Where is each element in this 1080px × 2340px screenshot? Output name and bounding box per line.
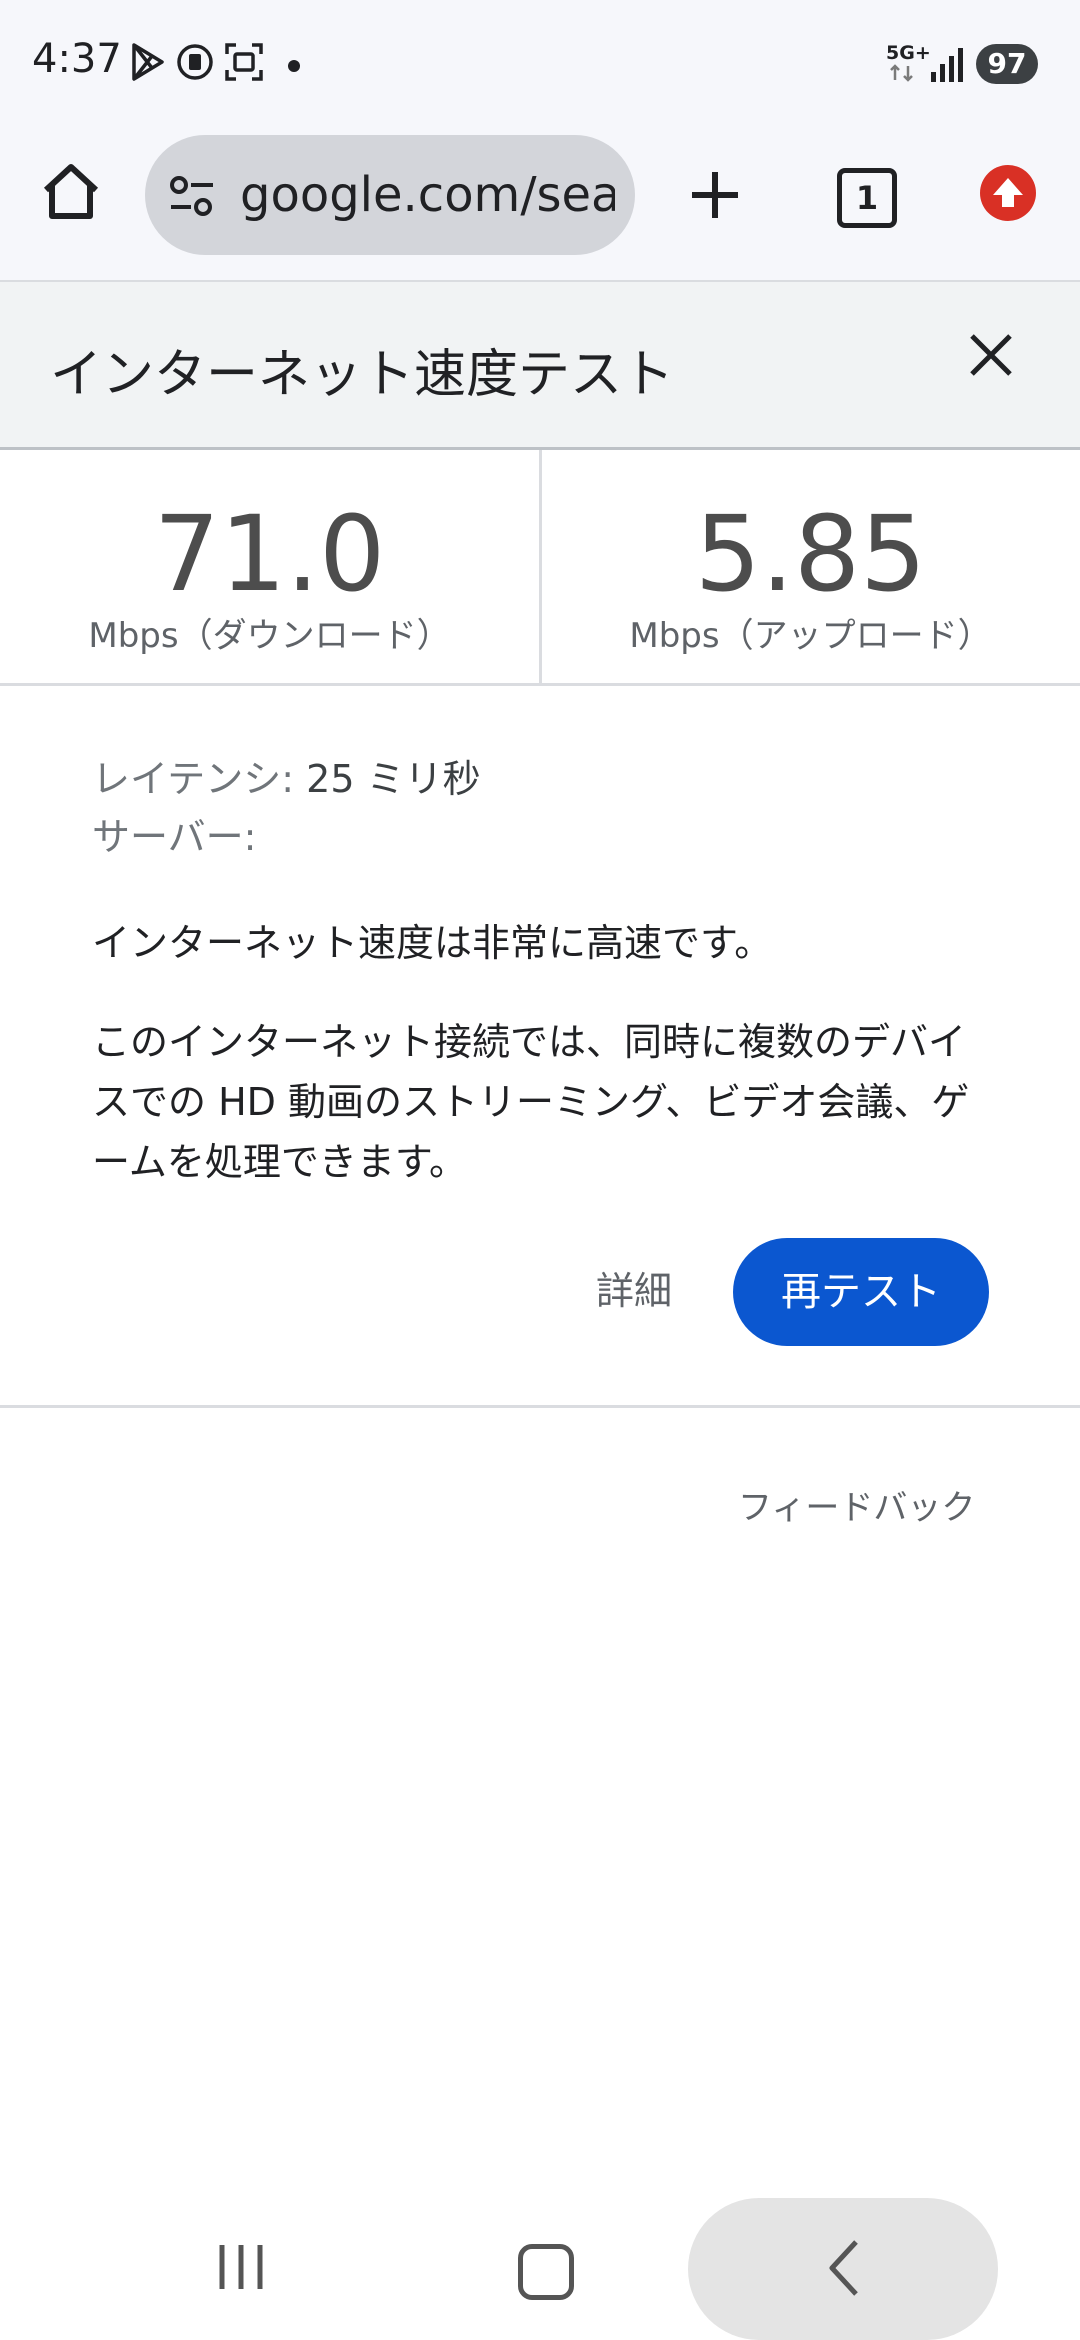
site-settings-icon[interactable] [167, 175, 217, 221]
feedback-link[interactable]: フィードバック [738, 1480, 975, 1529]
download-unit: Mbps（ダウンロード） [88, 616, 451, 656]
update-icon[interactable] [980, 165, 1036, 221]
play-store-icon [130, 42, 166, 86]
new-tab-icon[interactable] [686, 166, 744, 228]
latency-label: レイテンシ: [92, 757, 295, 801]
system-nav-bar [0, 2180, 1080, 2340]
screenshot-icon [224, 42, 264, 86]
network-type: 5G+ [886, 42, 931, 64]
speed-test-title: インターネット速度テスト [50, 345, 675, 405]
speed-summary: インターネット速度は非常に高速です。 [92, 921, 773, 965]
upload-result: 5.85 Mbps（アップロード） [541, 450, 1080, 683]
server-label: サーバー: [92, 815, 257, 859]
tabs-icon[interactable]: 1 [837, 168, 897, 228]
upload-unit: Mbps（アップロード） [629, 616, 992, 656]
latency-value: 25 ミリ秒 [306, 757, 481, 801]
recents-icon[interactable] [218, 2242, 264, 2296]
notification-dot [288, 60, 300, 72]
download-value: 71.0 [153, 493, 386, 615]
back-icon[interactable] [826, 2238, 860, 2302]
close-icon[interactable] [968, 332, 1014, 382]
speed-results: 71.0 Mbps（ダウンロード） 5.85 Mbps（アップロード） [0, 450, 1080, 686]
latency-row: レイテンシ: 25 ミリ秒 [92, 750, 992, 808]
browser-toolbar: google.com/search 1 [0, 130, 1080, 282]
home-icon[interactable] [40, 160, 102, 226]
speed-test-header: インターネット速度テスト [0, 282, 1080, 450]
status-bar: 4:37 5G+ 97 [0, 0, 1080, 130]
data-arrows-icon [888, 64, 916, 86]
speed-description: このインターネット接続では、同時に複数のデバイスでの HD 動画のストリーミング… [92, 1020, 970, 1184]
sim-icon [176, 42, 214, 86]
signal-icon [930, 46, 964, 86]
url-bar[interactable]: google.com/search [145, 135, 635, 255]
server-row: サーバー: [92, 808, 992, 866]
divider [0, 1405, 1080, 1408]
upload-value: 5.85 [694, 493, 927, 615]
home-button-icon[interactable] [518, 2244, 574, 2300]
connection-info: レイテンシ: 25 ミリ秒 サーバー: [92, 750, 992, 866]
status-time: 4:37 [32, 36, 122, 82]
url-text[interactable]: google.com/search [240, 167, 615, 223]
details-link[interactable]: 詳細 [596, 1260, 672, 1315]
retest-button[interactable]: 再テスト [733, 1238, 989, 1346]
battery-level: 97 [976, 44, 1038, 84]
download-result: 71.0 Mbps（ダウンロード） [0, 450, 542, 683]
